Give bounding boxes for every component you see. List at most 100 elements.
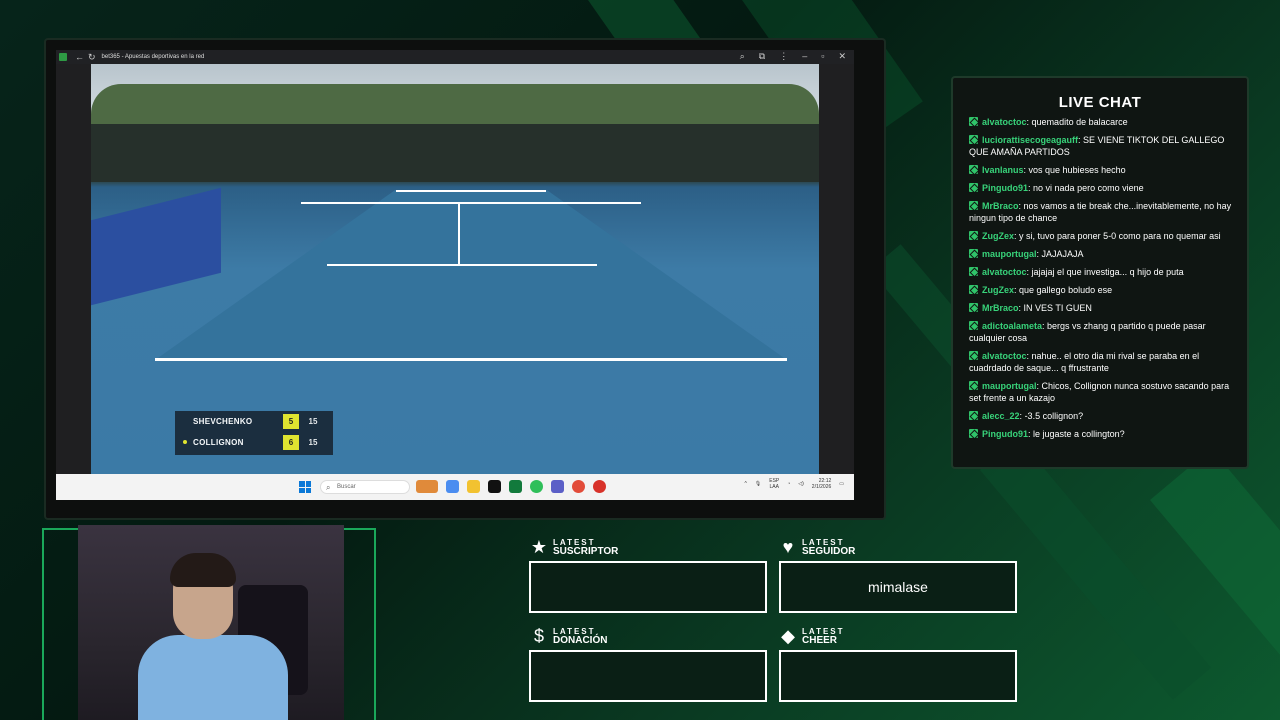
latest-seguidor-value: mimalase bbox=[868, 579, 928, 595]
search-icon: ⌕ bbox=[326, 483, 331, 492]
chat-messages: alvatoctoc: quemadito de balacarce lucior… bbox=[969, 116, 1237, 446]
dollar-icon: $ bbox=[533, 626, 544, 646]
chat-message: ZugZex: que gallego boludo ese bbox=[969, 284, 1237, 296]
chat-message: alvatoctoc: nahue.. el otro dia mi rival… bbox=[969, 350, 1237, 374]
chat-username[interactable]: ZugZex bbox=[982, 231, 1014, 241]
label-bottom: SEGUIDOR bbox=[802, 546, 856, 557]
chat-text: JAJAJAJA bbox=[1041, 249, 1084, 259]
latest-suscriptor-label: ★ LATEST SUSCRIPTOR bbox=[529, 538, 619, 557]
player-points: 15 bbox=[308, 438, 318, 447]
zoom-icon[interactable]: ⌕ bbox=[740, 51, 745, 62]
tiktok-icon[interactable] bbox=[488, 480, 501, 493]
subscriber-badge-icon bbox=[969, 411, 978, 420]
label-bottom: DONACIÓN bbox=[553, 635, 608, 646]
search-placeholder: Buscar bbox=[337, 484, 356, 490]
chat-username[interactable]: mauportugal bbox=[982, 381, 1037, 391]
serve-indicator-icon bbox=[183, 440, 187, 444]
latest-donacion-box bbox=[529, 650, 767, 702]
chat-message: Ivanlanus: vos que hubieses hecho bbox=[969, 164, 1237, 176]
tennis-court bbox=[155, 190, 787, 360]
subscriber-badge-icon bbox=[969, 429, 978, 438]
chat-username[interactable]: alecc_22 bbox=[982, 411, 1020, 421]
far-baseline bbox=[396, 190, 546, 192]
copilot-icon[interactable] bbox=[446, 480, 459, 493]
chat-username[interactable]: MrBraco bbox=[982, 303, 1019, 313]
menu-dots-icon[interactable]: ⋮ bbox=[779, 51, 788, 62]
video-right-bar bbox=[819, 64, 854, 474]
chat-username[interactable]: alvatoctoc bbox=[982, 267, 1027, 277]
live-chat-panel: LIVE CHAT alvatoctoc: quemadito de balac… bbox=[951, 76, 1249, 469]
chat-text: que gallego boludo ese bbox=[1019, 285, 1113, 295]
chat-message: mauportugal: JAJAJAJA bbox=[969, 248, 1237, 260]
teams-icon[interactable] bbox=[551, 480, 564, 493]
chat-title: LIVE CHAT bbox=[1058, 94, 1142, 111]
subscriber-badge-icon bbox=[969, 249, 978, 258]
chat-message: luciorattisecogeagauff: SE VIENE TIKTOK … bbox=[969, 134, 1237, 158]
chat-text: jajajaj el que investiga... q hijo de pu… bbox=[1031, 267, 1184, 277]
label-bottom: SUSCRIPTOR bbox=[553, 546, 619, 557]
streamer-shirt bbox=[138, 635, 288, 720]
chat-username[interactable]: Ivanlanus bbox=[982, 165, 1024, 175]
minimize-button[interactable]: – bbox=[802, 51, 807, 62]
windows-start-icon[interactable] bbox=[299, 481, 311, 493]
extensions-icon[interactable]: ⧉ bbox=[759, 51, 765, 62]
chrome-icon[interactable] bbox=[572, 480, 585, 493]
chat-message: MrBraco: IN VES TI GUEN bbox=[969, 302, 1237, 314]
back-arrow-icon[interactable]: ← bbox=[75, 52, 84, 62]
chevron-up-icon[interactable]: ^ bbox=[745, 481, 747, 487]
reload-icon[interactable]: ↻ bbox=[88, 52, 96, 62]
chat-username[interactable]: mauportugal bbox=[982, 249, 1037, 259]
chat-message: alvatoctoc: quemadito de balacarce bbox=[969, 116, 1237, 128]
chat-username[interactable]: adictoalameta bbox=[982, 321, 1042, 331]
app-icon[interactable] bbox=[593, 480, 606, 493]
taskbar-search[interactable]: ⌕ Buscar bbox=[320, 480, 410, 494]
chat-username[interactable]: Pingudo91 bbox=[982, 429, 1028, 439]
subscriber-badge-icon bbox=[969, 285, 978, 294]
side-wall bbox=[91, 187, 221, 306]
browser-title: bet365 - Apuestas deportivas en la red bbox=[101, 54, 205, 60]
video-left-bar bbox=[56, 64, 91, 474]
scoreboard: SHEVCHENKO 5 15 COLLIGNON 6 15 bbox=[175, 411, 333, 455]
volume-icon[interactable]: ◁) bbox=[798, 481, 804, 487]
chat-username[interactable]: alvatoctoc bbox=[982, 117, 1027, 127]
chat-message: mauportugal: Chicos, Collignon nunca sos… bbox=[969, 380, 1237, 404]
tennis-video[interactable]: SHEVCHENKO 5 15 COLLIGNON 6 15 bbox=[91, 64, 819, 474]
player-games: 5 bbox=[283, 414, 299, 429]
folder-icon[interactable] bbox=[467, 480, 480, 493]
chat-message: Pingudo91: le jugaste a collington? bbox=[969, 428, 1237, 440]
heart-icon: ♥ bbox=[782, 537, 794, 557]
chat-text: y si, tuvo para poner 5-0 como para no q… bbox=[1019, 231, 1221, 241]
chat-message: Pingudo91: no vi nada pero como viene bbox=[969, 182, 1237, 194]
chat-message: alvatoctoc: jajajaj el que investiga... … bbox=[969, 266, 1237, 278]
language-indicator[interactable]: ESP LAA bbox=[769, 478, 779, 490]
lang-layout: LAA bbox=[769, 484, 779, 490]
windows-taskbar: ⌕ Buscar ^ 🎙 ESP LAA ◔ ◁) 22:12 2/1/2026 ▭ bbox=[56, 474, 854, 500]
chat-message: alecc_22: -3.5 collignon? bbox=[969, 410, 1237, 422]
close-button[interactable]: ✕ bbox=[838, 51, 846, 62]
center-line bbox=[458, 202, 460, 266]
notifications-icon[interactable]: ▭ bbox=[839, 481, 844, 487]
taskbar-apps bbox=[416, 480, 606, 493]
clock[interactable]: 22:12 2/1/2026 bbox=[812, 478, 831, 490]
subscriber-badge-icon bbox=[969, 165, 978, 174]
subscriber-badge-icon bbox=[969, 321, 978, 330]
widget-icon[interactable] bbox=[416, 480, 438, 493]
score-row: COLLIGNON 6 15 bbox=[175, 432, 333, 453]
chat-username[interactable]: ZugZex bbox=[982, 285, 1014, 295]
maximize-button[interactable]: ▫ bbox=[821, 51, 824, 62]
mic-icon[interactable]: 🎙 bbox=[755, 481, 761, 487]
browser-window: ← ↻ bet365 - Apuestas deportivas en la r… bbox=[56, 50, 854, 500]
latest-suscriptor-box bbox=[529, 561, 767, 613]
latest-seguidor-box: mimalase bbox=[779, 561, 1017, 613]
wifi-icon[interactable]: ◔ bbox=[787, 481, 790, 487]
chat-text: vos que hubieses hecho bbox=[1028, 165, 1126, 175]
net bbox=[301, 202, 641, 204]
browser-titlebar: ← ↻ bet365 - Apuestas deportivas en la r… bbox=[56, 50, 854, 64]
bet365-icon[interactable] bbox=[509, 480, 522, 493]
chat-username[interactable]: alvatoctoc bbox=[982, 351, 1027, 361]
chat-username[interactable]: MrBraco bbox=[982, 201, 1019, 211]
chat-username[interactable]: Pingudo91 bbox=[982, 183, 1028, 193]
subscriber-badge-icon bbox=[969, 135, 978, 144]
whatsapp-icon[interactable] bbox=[530, 480, 543, 493]
chat-username[interactable]: luciorattisecogeagauff bbox=[982, 135, 1078, 145]
